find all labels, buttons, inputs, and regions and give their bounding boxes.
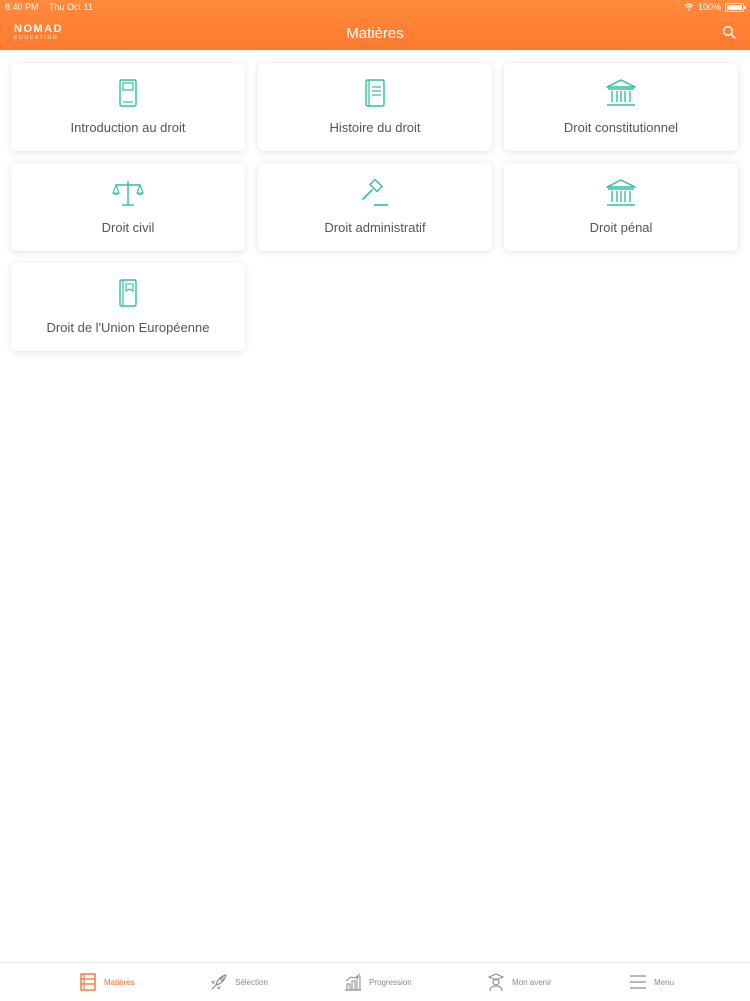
rocket-icon — [211, 974, 227, 990]
tab-mon-avenir[interactable]: Mon avenir — [486, 963, 552, 1001]
subject-label: Droit civil — [101, 220, 155, 235]
hamburger-icon — [630, 975, 646, 989]
wifi-icon — [684, 3, 694, 11]
status-left: 8:40 PM Thu Oct 11 — [5, 0, 93, 14]
battery-percent: 100% — [697, 2, 721, 12]
tab-label: Progression — [369, 977, 412, 987]
subject-label: Introduction au droit — [70, 120, 186, 135]
tab-label: Menu — [654, 977, 675, 987]
tab-label: Matières — [104, 977, 135, 987]
subject-card-constitutionnel[interactable]: Droit constitutionnel — [504, 63, 738, 151]
institution-icon — [606, 179, 636, 206]
app-header: 8:40 PM Thu Oct 11 100% NOMAD EDUCATION … — [0, 0, 750, 50]
status-right: 100% — [684, 0, 746, 14]
subject-card-administratif[interactable]: Droit administratif — [258, 163, 492, 251]
book-icon — [365, 79, 385, 107]
subject-label: Droit de l'Union Européenne — [46, 320, 210, 335]
tab-label: Sélection — [235, 977, 268, 987]
books-icon — [80, 973, 96, 991]
subject-card-histoire[interactable]: Histoire du droit — [258, 63, 492, 151]
subject-label: Droit constitutionnel — [563, 120, 679, 135]
subject-label: Droit administratif — [324, 220, 426, 235]
folder-book-icon — [119, 279, 137, 307]
tab-menu[interactable]: Menu — [628, 963, 674, 1001]
chart-icon — [345, 973, 361, 991]
notebook-icon — [119, 79, 137, 107]
page-title: Matières — [346, 25, 404, 42]
subject-card-penal[interactable]: Droit pénal — [504, 163, 738, 251]
bottom-tab-bar: Matières Sélection Progression Mon aveni… — [0, 962, 750, 1001]
battery-icon — [725, 2, 746, 12]
scales-icon — [112, 181, 144, 206]
status-bar: 8:40 PM Thu Oct 11 100% — [0, 0, 750, 14]
subject-card-civil[interactable]: Droit civil — [11, 163, 245, 251]
search-icon[interactable] — [722, 25, 736, 39]
subject-label: Droit pénal — [589, 220, 653, 235]
subject-card-union-europeenne[interactable]: Droit de l'Union Européenne — [11, 263, 245, 351]
tab-matieres[interactable]: Matières — [78, 963, 135, 1001]
subject-card-introduction[interactable]: Introduction au droit — [11, 63, 245, 151]
tab-label: Mon avenir — [512, 977, 552, 987]
institution-icon — [606, 79, 636, 106]
gavel-icon — [362, 178, 388, 206]
graduate-icon — [488, 973, 504, 992]
tab-selection[interactable]: Sélection — [209, 963, 268, 1001]
tab-progression[interactable]: Progression — [343, 963, 412, 1001]
status-date: Thu Oct 11 — [49, 2, 93, 12]
status-time: 8:40 PM — [5, 2, 39, 12]
subject-label: Histoire du droit — [329, 120, 421, 135]
